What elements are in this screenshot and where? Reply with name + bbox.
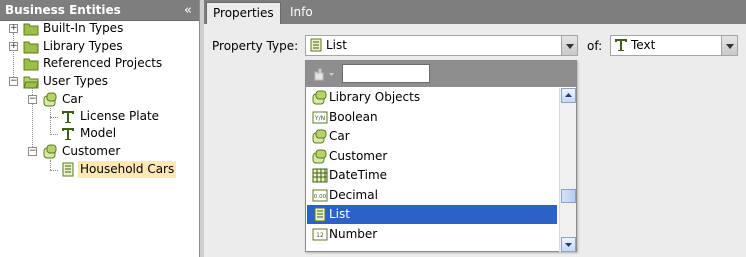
entity-icon bbox=[312, 129, 328, 144]
dropdown-toolbar bbox=[306, 61, 576, 87]
number-icon: 12 bbox=[312, 227, 328, 242]
tree-item-customer[interactable]: − Customer bbox=[0, 143, 199, 160]
dropdown-scrollbar[interactable] bbox=[559, 88, 576, 252]
of-label: of: bbox=[587, 39, 603, 53]
collapse-icon[interactable]: − bbox=[28, 95, 37, 104]
business-entities-panel: Business Entities « + Built-In Types + L… bbox=[0, 0, 200, 257]
of-type-select[interactable]: Text bbox=[610, 35, 738, 56]
dropdown-item-label: Library Objects bbox=[329, 90, 421, 104]
tab-properties[interactable]: Properties bbox=[206, 2, 281, 24]
datetime-icon bbox=[312, 168, 328, 183]
dropdown-item[interactable]: Library Objects bbox=[307, 88, 557, 107]
entity-icon bbox=[312, 149, 328, 164]
dropdown-item[interactable]: Customer bbox=[307, 147, 557, 166]
dropdown-item[interactable]: Car bbox=[307, 127, 557, 146]
boolean-icon: Y/N bbox=[312, 110, 328, 125]
property-type-label: Property Type: bbox=[212, 39, 299, 53]
dropdown-item-label: Number bbox=[329, 226, 378, 241]
open-folder-icon bbox=[23, 73, 39, 90]
svg-text:12: 12 bbox=[316, 232, 324, 239]
scroll-up-button[interactable] bbox=[561, 88, 576, 103]
tree-item-label: Referenced Projects bbox=[43, 56, 163, 70]
tree-item-license-plate[interactable]: License Plate bbox=[0, 108, 199, 125]
folder-icon bbox=[23, 20, 39, 37]
tree-item-model[interactable]: Model bbox=[0, 125, 199, 142]
entity-icon bbox=[312, 90, 328, 105]
tree-item-built-in-types[interactable]: + Built-In Types bbox=[0, 20, 199, 37]
entity-icon bbox=[42, 91, 58, 108]
scroll-thumb[interactable] bbox=[561, 189, 576, 204]
dropdown-list: Library Objects Y/N Boolean Car Customer Date… bbox=[307, 88, 557, 252]
collapse-icon[interactable]: − bbox=[9, 77, 18, 86]
tab-bar: Properties Info bbox=[204, 0, 746, 24]
dropdown-item-label: Customer bbox=[329, 148, 388, 163]
collapse-icon[interactable]: − bbox=[28, 147, 37, 156]
tab-info[interactable]: Info bbox=[284, 2, 319, 24]
list-icon bbox=[312, 207, 328, 222]
text-type-icon bbox=[60, 125, 76, 142]
tree-item-car[interactable]: − Car bbox=[0, 91, 199, 108]
of-type-value: Text bbox=[631, 38, 656, 52]
tree-item-label: Customer bbox=[62, 144, 121, 158]
tree-item-label: Built-In Types bbox=[43, 21, 124, 35]
property-type-value: List bbox=[326, 38, 347, 52]
tree-item-label: License Plate bbox=[80, 109, 160, 123]
property-type-select[interactable]: List bbox=[305, 35, 578, 56]
dropdown-item-label: List bbox=[329, 207, 350, 221]
dropdown-item-label: Car bbox=[329, 129, 350, 143]
dropdown-item[interactable]: DateTime bbox=[307, 166, 557, 185]
entity-icon bbox=[42, 143, 58, 160]
dropdown-item[interactable]: 0.00 Decimal bbox=[307, 186, 557, 205]
tree-item-label: Household Cars bbox=[78, 161, 177, 178]
chevron-down-icon[interactable] bbox=[721, 36, 737, 55]
dropdown-item-label: DateTime bbox=[329, 168, 388, 182]
scroll-down-button[interactable] bbox=[561, 237, 576, 252]
collapse-panel-button[interactable]: « bbox=[184, 0, 192, 21]
decimal-icon: 0.00 bbox=[312, 188, 328, 203]
panel-title: Business Entities bbox=[5, 3, 121, 17]
dropdown-search-input[interactable] bbox=[342, 64, 430, 83]
dropdown-item-label: Decimal bbox=[329, 187, 378, 202]
dropdown-item[interactable]: 12 Number bbox=[307, 225, 557, 244]
folder-icon bbox=[23, 55, 39, 72]
tree-item-label: Car bbox=[62, 92, 83, 106]
svg-text:Y/N: Y/N bbox=[314, 115, 325, 122]
dropdown-item[interactable]: List bbox=[307, 205, 557, 224]
expand-icon[interactable]: + bbox=[9, 42, 18, 51]
panel-header: Business Entities « bbox=[0, 0, 199, 21]
chevron-down-icon[interactable] bbox=[561, 36, 577, 55]
tree-item-library-types[interactable]: + Library Types bbox=[0, 38, 199, 55]
expand-icon[interactable]: + bbox=[9, 24, 18, 33]
dropdown-item[interactable]: Y/N Boolean bbox=[307, 108, 557, 127]
tree-item-household-cars[interactable]: Household Cars bbox=[0, 161, 199, 178]
tree-item-label: Model bbox=[80, 126, 117, 140]
svg-text:0.00: 0.00 bbox=[314, 194, 327, 200]
property-type-dropdown: Library Objects Y/N Boolean Car Customer Date… bbox=[305, 60, 577, 252]
dropdown-item-label: Boolean bbox=[329, 109, 378, 124]
tree-item-label: Library Types bbox=[43, 39, 123, 53]
list-icon bbox=[60, 161, 76, 178]
hand-pointer-icon[interactable] bbox=[312, 66, 336, 85]
tree-item-label: User Types bbox=[43, 74, 108, 88]
text-type-icon bbox=[60, 108, 76, 125]
text-type-icon bbox=[614, 38, 628, 52]
list-icon bbox=[309, 38, 323, 52]
tree-item-referenced-projects[interactable]: Referenced Projects bbox=[0, 55, 199, 72]
folder-icon bbox=[23, 38, 39, 55]
tree-item-user-types[interactable]: − User Types bbox=[0, 73, 199, 90]
